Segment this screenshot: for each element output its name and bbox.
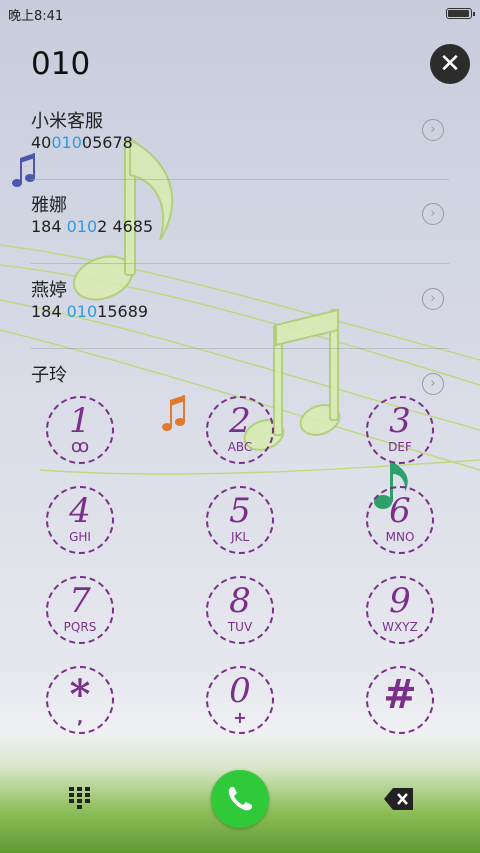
divider — [31, 348, 449, 349]
key-letters: MNO — [385, 530, 415, 544]
status-bar: 晚上8:41 — [0, 0, 480, 26]
chevron-right-icon[interactable]: › — [422, 288, 444, 310]
key-digit: # — [383, 671, 417, 718]
contact-number: 184 0102 4685 — [31, 217, 154, 236]
chevron-right-icon[interactable]: › — [422, 373, 444, 395]
key-digit: 1 — [69, 401, 91, 441]
battery-icon — [446, 8, 475, 19]
call-button[interactable] — [211, 770, 269, 828]
battery-level — [448, 10, 469, 17]
key-3[interactable]: 3 DEF — [366, 396, 434, 464]
divider — [31, 263, 449, 264]
phone-call-icon — [228, 787, 252, 811]
key-letters: WXYZ — [382, 620, 418, 634]
key-digit: 7 — [69, 581, 91, 621]
contact-name: 小米客服 — [31, 111, 103, 132]
key-6[interactable]: 6 MNO — [366, 486, 434, 554]
key-letters: ABC — [227, 440, 253, 454]
contact-name: 雅娜 — [31, 195, 67, 216]
key-digit: 8 — [229, 581, 251, 621]
contact-name: 子玲 — [31, 365, 67, 386]
divider — [31, 179, 449, 180]
key-4[interactable]: 4 GHI — [46, 486, 114, 554]
chevron-right-icon[interactable]: › — [422, 119, 444, 141]
key-letters: PQRS — [63, 620, 97, 634]
contact-suggestion[interactable]: 小米客服 4001005678 › — [31, 107, 449, 191]
backspace-icon[interactable] — [383, 786, 415, 812]
key-digit: 3 — [389, 401, 411, 441]
contact-suggestion[interactable]: 燕婷 184 01015689 › — [31, 276, 449, 360]
key-digit: 4 — [69, 491, 91, 531]
key-letters: , — [76, 708, 84, 727]
close-icon: ✕ — [439, 49, 461, 79]
key-1[interactable]: 1 ꝏ — [46, 396, 114, 464]
key-digit: 6 — [389, 491, 411, 531]
contact-suggestion[interactable]: 雅娜 184 0102 4685 › — [31, 191, 449, 275]
key-letters: + — [233, 708, 247, 727]
dialer-screen: 晚上8:41 010 ✕ 小米客服 4001005678 › 雅娜 184 01… — [0, 0, 480, 853]
key-2[interactable]: 2 ABC — [206, 396, 274, 464]
key-9[interactable]: 9 WXYZ — [366, 576, 434, 644]
key-letters: GHI — [69, 530, 91, 544]
keypad-grid-icon[interactable] — [67, 785, 93, 813]
key-letters: DEF — [388, 440, 412, 454]
key-digit: 5 — [229, 491, 251, 531]
key-digit: 2 — [229, 401, 251, 441]
key-5[interactable]: 5 JKL — [206, 486, 274, 554]
key-7[interactable]: 7 PQRS — [46, 576, 114, 644]
key-letters: TUV — [227, 620, 253, 634]
key-digit: 0 — [229, 671, 251, 711]
contact-number: 184 01015689 — [31, 302, 149, 321]
key-digit: 9 — [389, 581, 411, 621]
chevron-right-icon[interactable]: › — [422, 203, 444, 225]
key-letters: JKL — [230, 530, 250, 544]
key-8[interactable]: 8 TUV — [206, 576, 274, 644]
key-0[interactable]: 0 + — [206, 666, 274, 734]
dial-number-display: 010 — [31, 46, 91, 82]
contact-number: 4001005678 — [31, 133, 133, 152]
key-hash[interactable]: # — [366, 666, 434, 734]
key-star[interactable]: * , — [46, 666, 114, 734]
clear-input-button[interactable]: ✕ — [430, 44, 470, 84]
status-time: 晚上8:41 — [8, 9, 64, 24]
contact-name: 燕婷 — [31, 280, 67, 301]
voicemail-icon: ꝏ — [70, 436, 90, 457]
